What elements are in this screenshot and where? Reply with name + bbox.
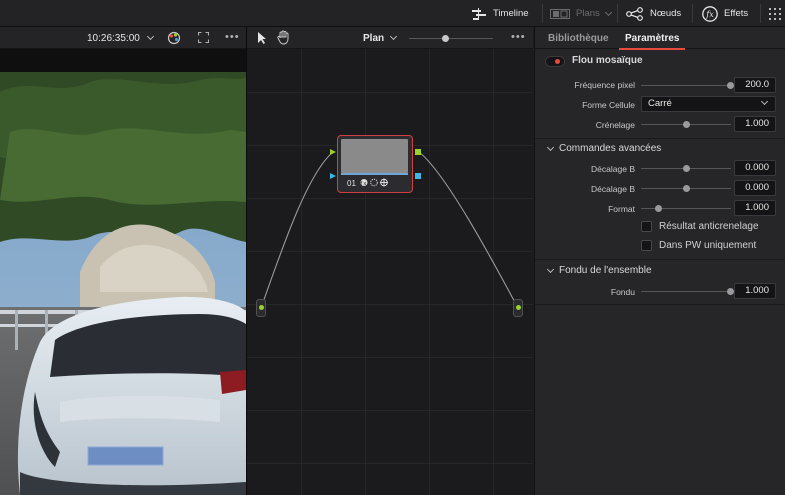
- node-editor-toolbar: Plan •••: [247, 27, 533, 49]
- timeline-icon: [472, 7, 486, 20]
- node-thumbnail: [341, 139, 408, 173]
- zoom-slider[interactable]: [409, 35, 493, 42]
- crenelage-label: Crénelage: [595, 120, 635, 130]
- tab-bibliotheque[interactable]: Bibliothèque: [548, 27, 609, 49]
- node-connections: [260, 151, 519, 309]
- chevron-down-icon: [390, 32, 398, 41]
- inspector-tabs: Bibliothèque Paramètres: [535, 27, 785, 50]
- effect-enable-toggle[interactable]: [545, 56, 565, 67]
- decalage-b-label-2: Décalage B: [591, 184, 635, 194]
- fondu-slider[interactable]: [641, 288, 734, 295]
- frequence-value[interactable]: 200.0: [734, 77, 776, 93]
- fondu-value[interactable]: 1.000: [734, 283, 776, 299]
- inspector-panel: Bibliothèque Paramètres Flou mosaïque Fr…: [534, 27, 785, 495]
- hand-icon[interactable]: [277, 30, 290, 45]
- format-slider[interactable]: [641, 205, 731, 212]
- timecode-display[interactable]: 10:26:35:00: [87, 27, 154, 49]
- decalage-b-label-1: Décalage B: [591, 164, 635, 174]
- format-value[interactable]: 1.000: [734, 200, 776, 216]
- timeline-button[interactable]: Timeline: [471, 0, 529, 27]
- fondu-section-header[interactable]: Fondu de l'ensemble: [546, 265, 652, 276]
- nodes-icon: [626, 6, 643, 21]
- color-picker-icon[interactable]: [167, 31, 181, 45]
- node-bar: [341, 173, 408, 175]
- decalage-b-slider-2[interactable]: [641, 185, 731, 192]
- node-output-blue-port[interactable]: [415, 173, 421, 179]
- fx-icon: fx: [702, 5, 718, 22]
- top-toolbar: Timeline Plans Nœuds fx Effets: [0, 0, 785, 27]
- anticrenelage-label: Résultat anticrenelage: [659, 221, 759, 232]
- pw-only-label: Dans PW uniquement: [659, 240, 757, 251]
- fondu-label: Fondu: [610, 287, 635, 297]
- chevron-down-icon: [146, 32, 154, 41]
- advanced-title: Commandes avancées: [559, 143, 662, 154]
- viewer-panel: [0, 49, 246, 495]
- decalage-b-slider-1[interactable]: [641, 165, 731, 172]
- effect-title: Flou mosaïque: [572, 55, 643, 66]
- input-node[interactable]: [256, 299, 266, 317]
- expand-icon[interactable]: [197, 31, 210, 44]
- more-options-icon[interactable]: •••: [511, 32, 526, 43]
- forme-select[interactable]: Carré: [641, 96, 776, 112]
- tab-parametres[interactable]: Paramètres: [618, 27, 687, 50]
- forme-label: Forme Cellule: [582, 100, 635, 110]
- mode-select[interactable]: Plan: [363, 27, 398, 49]
- chevron-down-icon: [546, 143, 555, 151]
- node-input-blue-port[interactable]: [330, 173, 336, 179]
- frequence-label: Fréquence pixel: [574, 80, 635, 90]
- crenelage-slider[interactable]: [641, 121, 731, 128]
- plans-button[interactable]: Plans: [550, 0, 612, 27]
- noeuds-button[interactable]: Nœuds: [626, 0, 681, 27]
- svg-text:fx: fx: [361, 181, 368, 187]
- chevron-down-icon: [760, 97, 769, 106]
- zoom-slider-knob[interactable]: [442, 35, 449, 42]
- viewer-toolbar: 10:26:35:00 ••• Plan •••: [0, 27, 533, 49]
- decalage-b-value-1[interactable]: 0.000: [734, 160, 776, 176]
- video-frame: [0, 72, 246, 495]
- pointer-icon[interactable]: [257, 31, 267, 45]
- output-node[interactable]: [513, 299, 523, 317]
- node-input-green-port[interactable]: [330, 149, 336, 155]
- chevron-down-icon: [604, 8, 612, 16]
- effets-label: Effets: [724, 8, 749, 19]
- advanced-section-header[interactable]: Commandes avancées: [546, 143, 662, 154]
- mode-label: Plan: [363, 32, 385, 44]
- svg-text:fx: fx: [705, 10, 714, 19]
- crenelage-value[interactable]: 1.000: [734, 116, 776, 132]
- chevron-down-icon: [546, 265, 555, 273]
- forme-value: Carré: [648, 98, 672, 109]
- pw-only-checkbox[interactable]: [641, 240, 652, 251]
- noeuds-label: Nœuds: [650, 8, 682, 19]
- anticrenelage-checkbox[interactable]: [641, 221, 652, 232]
- timeline-label: Timeline: [493, 8, 529, 19]
- node-label: 01: [347, 179, 356, 188]
- fondu-title: Fondu de l'ensemble: [559, 265, 652, 276]
- format-label: Format: [608, 204, 635, 214]
- decalage-b-value-2[interactable]: 0.000: [734, 180, 776, 196]
- frequence-slider[interactable]: [641, 82, 734, 89]
- corrector-node[interactable]: 01 fx: [337, 135, 413, 193]
- plans-label: Plans: [576, 8, 600, 19]
- timecode: 10:26:35:00: [87, 32, 140, 44]
- node-editor[interactable]: 01 fx: [247, 49, 533, 495]
- effets-button[interactable]: fx Effets: [702, 0, 748, 27]
- clips-icon: [550, 8, 570, 19]
- node-effect-icons: fx: [360, 178, 390, 189]
- more-options-icon[interactable]: •••: [225, 32, 240, 43]
- node-output-green-port[interactable]: [415, 149, 421, 155]
- layout-grid-icon[interactable]: [769, 8, 781, 20]
- viewer-controls: 10:26:35:00 •••: [0, 27, 246, 49]
